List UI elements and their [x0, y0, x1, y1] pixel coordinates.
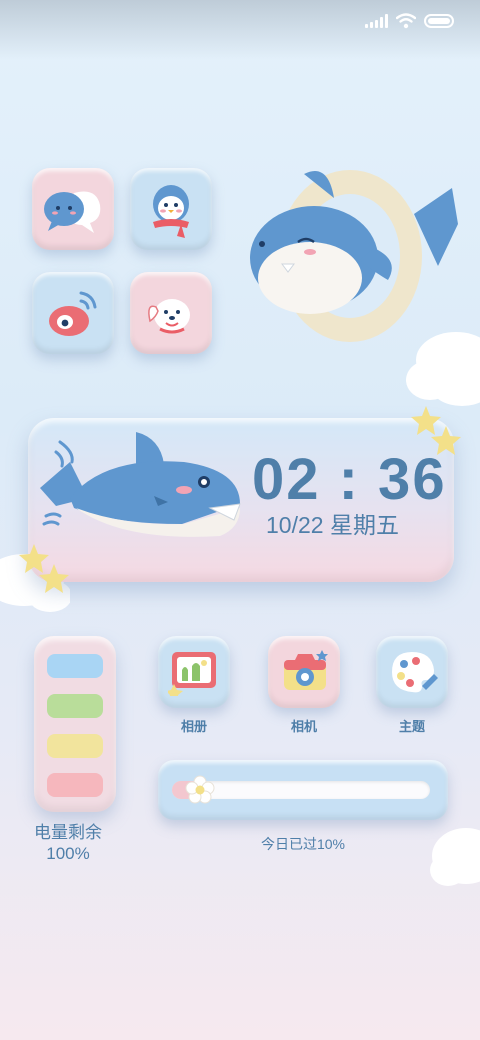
dog-app-icon-button[interactable] — [130, 272, 212, 354]
chat-bubble-icon — [44, 191, 101, 233]
day-progress-label: 今日已过10% — [260, 836, 346, 852]
battery-percent: 100% — [46, 844, 90, 863]
weibo-eye-icon — [49, 291, 97, 336]
battery-label: 电量剩余 100% — [20, 822, 116, 864]
camera-app-button[interactable] — [268, 636, 340, 708]
theme-app-label: 主题 — [398, 719, 425, 734]
day-progress-widget[interactable] — [158, 760, 448, 820]
battery-cell-green — [47, 694, 103, 718]
camera-app-label: 相机 — [290, 719, 317, 734]
star-icon-left — [19, 544, 69, 593]
battery-widget[interactable] — [34, 636, 116, 812]
photo-album-icon — [168, 652, 216, 696]
album-app-button[interactable] — [158, 636, 230, 708]
penguin-app-icon-button[interactable] — [130, 168, 212, 250]
battery-label-text: 电量剩余 — [34, 823, 102, 842]
camera-icon — [284, 650, 328, 690]
battery-icon — [424, 14, 454, 28]
wifi-icon — [396, 13, 416, 29]
battery-cell-pink — [47, 773, 103, 797]
cloud-decoration — [406, 332, 480, 406]
battery-cell-yellow — [47, 734, 103, 758]
theme-app-button[interactable] — [376, 636, 448, 708]
chat-app-icon-button[interactable] — [32, 168, 114, 250]
penguin-icon — [153, 185, 189, 238]
dog-icon — [148, 299, 190, 334]
palette-icon — [392, 652, 438, 693]
flower-knob-icon[interactable] — [184, 774, 216, 806]
album-app-label: 相册 — [180, 719, 207, 734]
battery-cell-blue — [47, 654, 103, 678]
status-bar — [365, 12, 454, 30]
clock-date: 10/22 星期五 — [266, 512, 399, 538]
star-icon — [411, 406, 461, 455]
signal-icon — [365, 14, 388, 28]
weibo-app-icon-button[interactable] — [32, 272, 114, 354]
clock-widget[interactable]: 02 : 36 10/22 星期五 — [28, 418, 454, 582]
cloud-decoration-bottom — [430, 828, 480, 886]
status-bar-shade — [0, 0, 480, 60]
